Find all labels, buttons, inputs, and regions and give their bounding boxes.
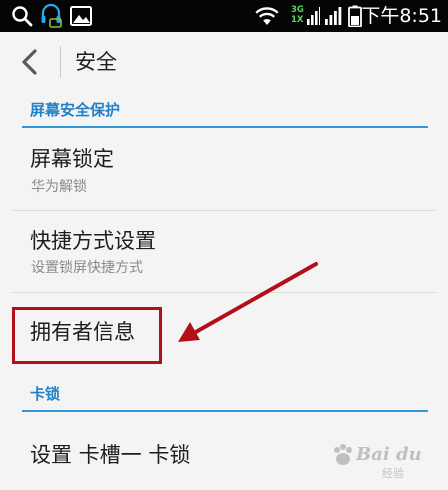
watermark-brand: Bai du — [356, 444, 422, 465]
divider — [12, 210, 436, 211]
chevron-left-icon — [22, 49, 37, 75]
page-title: 安全 — [75, 50, 117, 74]
list-item-shortcut-settings[interactable]: 快捷方式设置 设置锁屏快捷方式 — [0, 212, 448, 294]
headset-notification-icon — [41, 3, 62, 28]
section-header-card-lock: 卡锁 — [22, 378, 428, 412]
signal-2-icon — [325, 7, 342, 25]
signal-1-icon — [307, 7, 320, 25]
section-header-screen-security: 屏幕安全保护 — [22, 94, 428, 128]
item-subtitle: 华为解锁 — [31, 179, 87, 195]
item-subtitle: 设置锁屏快捷方式 — [31, 260, 143, 276]
action-bar: 安全 — [0, 32, 448, 92]
baidu-watermark: Bai du 经验 — [330, 438, 442, 484]
watermark-sub: 经验 — [382, 467, 404, 480]
network-3g-label: 3G — [291, 5, 304, 15]
back-button[interactable] — [10, 42, 50, 82]
network-type-indicator: 3G 1X — [291, 5, 305, 25]
paw-icon — [334, 444, 352, 465]
divider — [12, 292, 436, 293]
status-bar: 3G 1X 下午8:51 — [0, 0, 448, 32]
item-title: 快捷方式设置 — [30, 229, 156, 253]
search-icon — [12, 6, 33, 27]
wifi-icon — [255, 7, 279, 25]
section-label: 屏幕安全保护 — [30, 101, 121, 119]
list-item-screen-lock[interactable]: 屏幕锁定 华为解锁 — [0, 130, 448, 212]
network-1x-label: 1X — [291, 15, 304, 25]
item-title: 设置 卡槽一 卡锁 — [30, 443, 191, 467]
section-label: 卡锁 — [30, 385, 61, 403]
battery-icon — [348, 5, 362, 27]
item-title: 屏幕锁定 — [30, 147, 114, 171]
header-divider — [60, 46, 61, 78]
image-icon — [70, 6, 92, 26]
highlight-box — [12, 307, 162, 364]
clock: 下午8:51 — [361, 5, 442, 27]
